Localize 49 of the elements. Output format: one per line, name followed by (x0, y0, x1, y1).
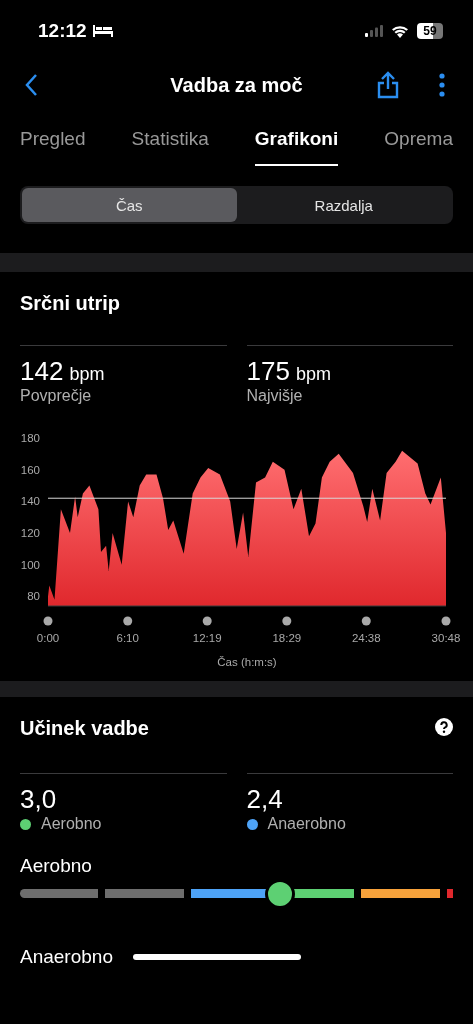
axis-label: 80 (27, 590, 40, 603)
tab[interactable]: Statistika (131, 120, 209, 166)
section-title: Srčni utrip (20, 291, 121, 315)
screen-title: Vadba za moč (170, 73, 303, 97)
axis-label: 140 (20, 495, 40, 508)
axis-label: 100 (20, 558, 40, 571)
tick-dot (282, 616, 292, 626)
section-title: Učinek vadbe (20, 716, 149, 740)
tick-dot (361, 616, 371, 626)
signal-icon (365, 25, 383, 37)
tick-dot (43, 616, 53, 626)
axis-label: 24:38 (351, 632, 381, 644)
axis-label: 160 (20, 463, 40, 476)
tick-dot (123, 616, 133, 626)
tick-dot (441, 616, 451, 626)
axis-label: 18:29 (272, 632, 302, 644)
axis-label: 180 (20, 432, 40, 444)
bed-icon (92, 25, 113, 37)
stat-label: Povprečje (20, 387, 92, 405)
stat-unit: bpm (295, 364, 331, 385)
stat-label: Aerobno (41, 815, 102, 833)
axis-label: 120 (20, 527, 40, 540)
segment-option[interactable]: Razdalja (236, 188, 451, 222)
tick-dot (202, 616, 212, 626)
help-icon[interactable] (435, 718, 453, 736)
scale-label: Aerobno (20, 855, 92, 877)
stat-label: Anaerobno (267, 815, 346, 833)
wifi-icon (391, 24, 409, 38)
axis-label: 12:19 (192, 632, 222, 644)
axis-label: 0:00 (36, 632, 60, 644)
segment-option[interactable]: Čas (22, 188, 237, 222)
scale-label: Anaerobno (20, 946, 113, 968)
stat-label: Najvišje (246, 387, 303, 405)
stat-value: 142 (20, 356, 64, 387)
tab[interactable]: Grafikoni (254, 120, 339, 166)
tab[interactable]: Oprema (384, 120, 453, 166)
axis-label: 6:10 (116, 632, 139, 644)
share-button[interactable] (377, 71, 399, 99)
more-button[interactable] (439, 73, 445, 97)
stat-value: 3,0 (20, 784, 57, 815)
stat-value: 2,4 (246, 784, 283, 815)
battery-icon: 59 (417, 23, 443, 39)
axis-title: Čas (h:m:s) (217, 656, 277, 668)
stat-value: 175 (246, 356, 290, 387)
back-button[interactable] (24, 73, 38, 97)
tab[interactable]: Pregled (20, 120, 86, 166)
axis-label: 30:48 (431, 632, 461, 644)
stat-unit: bpm (69, 364, 105, 385)
status-time: 12:12 (38, 20, 87, 42)
